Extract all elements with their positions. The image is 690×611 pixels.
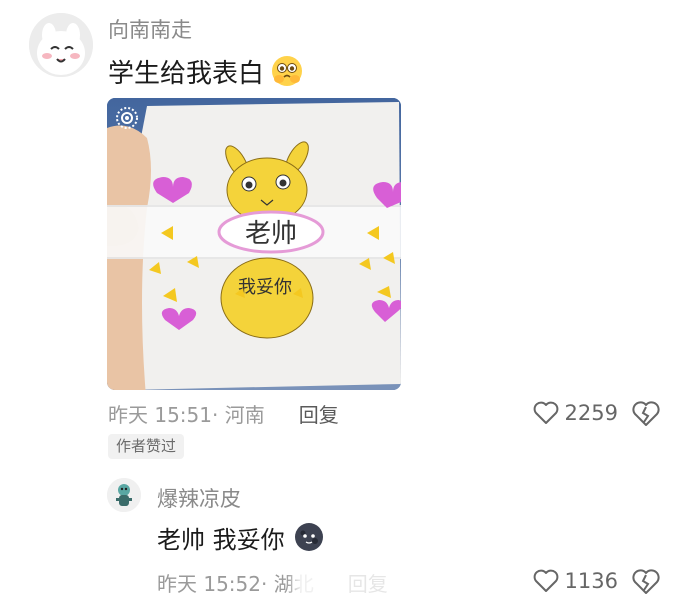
avatar[interactable]: [29, 13, 93, 77]
reply-like-count: 1136: [564, 569, 618, 593]
photo-note-text2: 我妥你: [238, 277, 292, 298]
comment-location: 河南: [224, 402, 265, 427]
reply-button[interactable]: 回复: [299, 399, 339, 428]
watermark-overlay: [300, 570, 420, 594]
comment-thread: 向南南走 学生给我表白 老帅 我妥你 昨天 15:51· 河南 回复 2259 …: [0, 0, 690, 611]
broken-heart-icon: [632, 569, 660, 594]
reply-body: 老帅 我妥你: [157, 520, 325, 554]
avatar-rabbit-icon: [29, 13, 93, 77]
like-count: 2259: [564, 401, 618, 425]
author-liked-badge: 作者赞过: [108, 434, 185, 459]
dislike-button[interactable]: [632, 400, 660, 428]
reply-avatar[interactable]: [107, 478, 141, 512]
heart-outline-icon: [533, 569, 558, 592]
reply-username[interactable]: 爆辣凉皮: [157, 483, 241, 513]
avatar-character-icon: [107, 478, 141, 512]
comment-username[interactable]: 向南南走: [108, 14, 192, 44]
reply-time-location: 昨天 15:52· 湖北: [157, 568, 314, 597]
reply-like-button[interactable]: 1136: [533, 566, 618, 596]
comment-time-location: 昨天 15:51· 河南: [108, 399, 265, 428]
like-button[interactable]: 2259: [533, 398, 618, 428]
dark-moon-face-emoji-icon: [294, 523, 323, 551]
photo-note-text: 老帅: [245, 219, 297, 249]
heart-outline-icon: [533, 401, 558, 424]
meta-separator: ·: [261, 571, 268, 596]
comment-photo[interactable]: 老帅 我妥你: [107, 98, 401, 390]
reply-time: 昨天 15:52: [157, 571, 261, 596]
comment-text: 学生给我表白: [108, 58, 265, 89]
comment-body: 学生给我表白: [108, 54, 304, 89]
comment-time: 昨天 15:51: [108, 402, 212, 427]
meta-separator: ·: [212, 402, 219, 427]
shy-face-emoji-icon: [272, 56, 303, 86]
reply-text: 老帅 我妥你: [157, 525, 285, 554]
comment-meta: 昨天 15:51· 河南 回复: [108, 399, 339, 427]
reply-dislike-button[interactable]: [632, 568, 660, 596]
drawing-photo: 老帅 我妥你: [107, 98, 401, 390]
broken-heart-icon: [632, 401, 660, 426]
